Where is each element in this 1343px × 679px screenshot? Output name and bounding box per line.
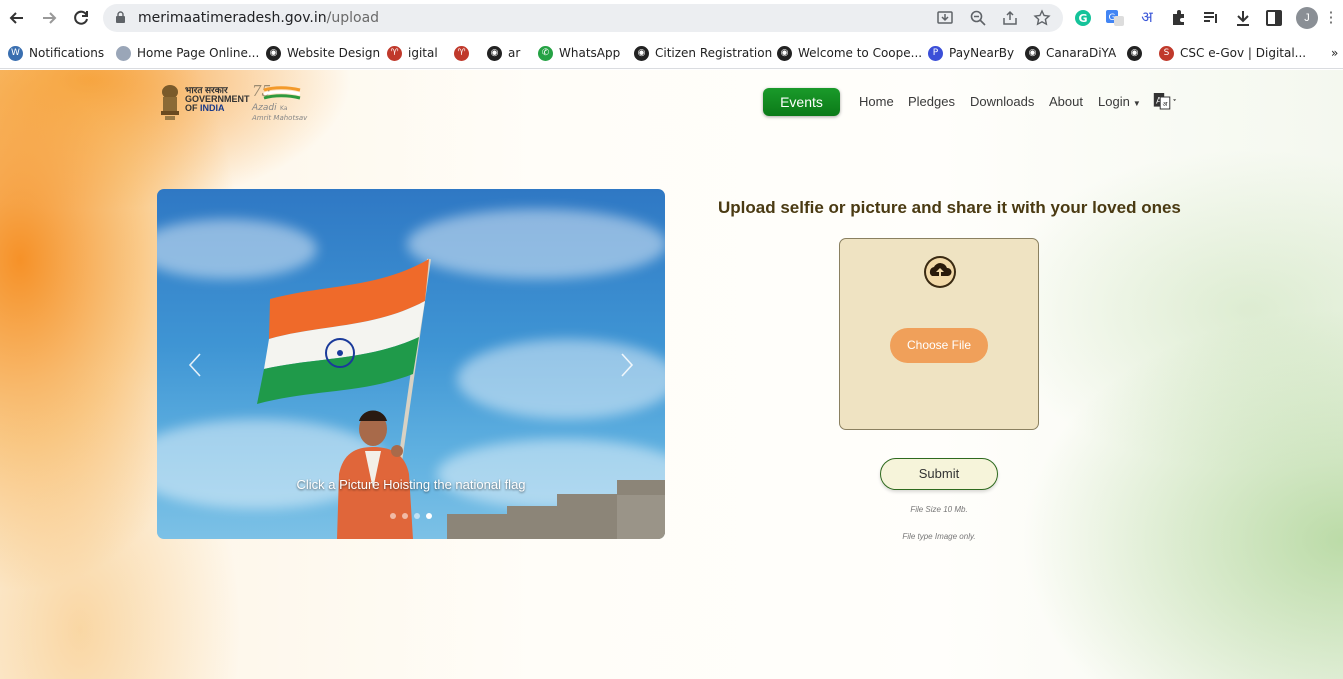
nav-home[interactable]: Home <box>859 94 894 109</box>
bookmark-item[interactable]: ♈ igital <box>387 45 438 61</box>
side-panel-icon[interactable] <box>1264 8 1284 28</box>
choose-file-button[interactable]: Choose File <box>890 328 988 363</box>
bookmark-label: CanaraDiYA <box>1046 46 1117 60</box>
grammarly-icon[interactable]: G <box>1073 8 1093 28</box>
cloud-upload-icon[interactable] <box>923 255 957 289</box>
bookmark-label: CSC e-Gov | Digital... <box>1180 46 1307 60</box>
page-icon <box>116 45 131 61</box>
carousel-dot[interactable] <box>390 513 396 519</box>
image-carousel[interactable]: Click a Picture Hoisting the national fl… <box>157 189 665 539</box>
national-emblem-icon[interactable] <box>157 82 183 122</box>
nav-login[interactable]: Login ▼ <box>1098 94 1141 109</box>
carousel-indicators <box>390 513 432 519</box>
bookmark-star-icon[interactable] <box>1033 9 1051 27</box>
browser-toolbar: merimaatimeradesh.gov.in/upload G G अ J … <box>0 0 1343 36</box>
login-label: Login <box>1098 94 1130 109</box>
file-drop-zone[interactable]: Choose File <box>839 238 1039 430</box>
file-type-hint: File type Image only. <box>902 532 976 541</box>
bookmarks-bar: W Notifications Home Page Online... ◉ Websit… <box>0 36 1343 69</box>
government-of-india-logo[interactable]: भारत सरकार GOVERNMENT OF INDIA <box>185 86 250 113</box>
carousel-dot[interactable] <box>402 513 408 519</box>
csc-icon: S <box>1159 45 1174 61</box>
svg-text:Amrit Mahotsav: Amrit Mahotsav <box>251 114 308 122</box>
extensions-puzzle-icon[interactable] <box>1169 8 1189 28</box>
wordpress-icon: W <box>8 45 23 61</box>
nav-downloads[interactable]: Downloads <box>970 94 1034 109</box>
carousel-dot[interactable] <box>414 513 420 519</box>
more-bookmarks-icon[interactable]: » <box>1331 45 1338 61</box>
globe-icon: ◉ <box>487 45 502 61</box>
svg-text:Ka: Ka <box>280 105 288 112</box>
bookmark-label: Website Design <box>287 46 381 60</box>
carousel-dot[interactable] <box>426 513 432 519</box>
bookmark-label: PayNearBy <box>949 46 1015 60</box>
svg-text:Azadi: Azadi <box>251 103 277 113</box>
url-text[interactable]: merimaatimeradesh.gov.in/upload <box>138 10 379 26</box>
bookmark-item[interactable]: ◉ Website Design <box>266 45 380 61</box>
language-switcher-icon[interactable]: A अ <box>1153 90 1177 112</box>
address-bar[interactable]: merimaatimeradesh.gov.in/upload <box>103 4 1063 32</box>
submit-button[interactable]: Submit <box>880 458 998 490</box>
bookmark-item[interactable]: W Notifications <box>8 45 104 61</box>
globe-icon: ◉ <box>1025 45 1040 61</box>
profile-avatar[interactable]: J <box>1296 7 1318 29</box>
bookmark-item[interactable]: Home Page Online... <box>116 45 259 61</box>
events-button[interactable]: Events <box>763 88 840 116</box>
bookmark-label: Welcome to Coope... <box>798 46 923 60</box>
nav-about[interactable]: About <box>1049 94 1083 109</box>
bookmark-item[interactable]: ◉ CanaraDiYA <box>1025 45 1116 61</box>
lock-icon[interactable] <box>115 11 126 24</box>
carousel-next-icon[interactable] <box>619 352 635 378</box>
bookmark-label: ar <box>508 46 521 60</box>
translate-icon[interactable]: G <box>1105 8 1125 28</box>
upload-page: भारत सरकार GOVERNMENT OF INDIA 75 Azadi … <box>0 70 1343 679</box>
globe-icon: ◉ <box>266 45 281 61</box>
caret-down-icon: ▼ <box>1132 99 1141 108</box>
svg-text:G: G <box>1078 12 1087 25</box>
bookmark-item[interactable]: ◉ ar <box>487 45 520 61</box>
reload-icon[interactable] <box>70 7 92 29</box>
file-size-hint: File Size 10 Mb. <box>910 505 968 514</box>
back-arrow-icon[interactable] <box>6 7 28 29</box>
bookmark-label: Notifications <box>29 46 105 60</box>
bookmark-label: Home Page Online... <box>137 46 260 60</box>
bookmark-item[interactable]: ♈ <box>454 45 469 61</box>
download-icon[interactable] <box>1233 8 1253 28</box>
bookmark-label: igital <box>408 46 438 60</box>
gov-of-text: OF <box>185 103 198 113</box>
globe-icon: ◉ <box>1127 45 1142 61</box>
azadi-ka-amrit-mahotsav-logo: 75 Azadi Ka Amrit Mahotsav <box>251 82 308 122</box>
bookmark-item[interactable]: ◉ <box>1127 45 1142 61</box>
paynearby-icon: P <box>928 45 943 61</box>
carousel-caption: Click a Picture Hoisting the national fl… <box>296 477 526 492</box>
more-vertical-icon[interactable]: ⋮ <box>1321 8 1341 28</box>
ribbon-icon: ♈ <box>454 45 469 61</box>
globe-icon: ◉ <box>777 45 792 61</box>
svg-text:अ: अ <box>1163 100 1168 108</box>
bookmark-item[interactable]: ◉ Welcome to Coope... <box>777 45 922 61</box>
share-icon[interactable] <box>1001 9 1019 27</box>
hindi-input-icon[interactable]: अ <box>1137 8 1157 28</box>
bookmark-item[interactable]: P PayNearBy <box>928 45 1014 61</box>
whatsapp-icon: ✆ <box>538 45 553 61</box>
upload-heading: Upload selfie or picture and share it wi… <box>718 198 1181 217</box>
ribbon-icon: ♈ <box>387 45 402 61</box>
bookmark-item[interactable]: ◉ Citizen Registration <box>634 45 772 61</box>
nav-pledges[interactable]: Pledges <box>908 94 955 109</box>
reading-list-icon[interactable] <box>1201 8 1221 28</box>
install-app-icon[interactable] <box>936 9 954 27</box>
bookmark-item[interactable]: S CSC e-Gov | Digital... <box>1159 45 1306 61</box>
bookmark-label: WhatsApp <box>559 46 621 60</box>
globe-icon: ◉ <box>634 45 649 61</box>
zoom-icon[interactable] <box>969 9 987 27</box>
bookmark-label: Citizen Registration <box>655 46 773 60</box>
forward-arrow-icon[interactable] <box>38 7 60 29</box>
bookmark-item[interactable]: ✆ WhatsApp <box>538 45 620 61</box>
gov-india-text: INDIA <box>200 103 225 113</box>
carousel-prev-icon[interactable] <box>187 352 203 378</box>
